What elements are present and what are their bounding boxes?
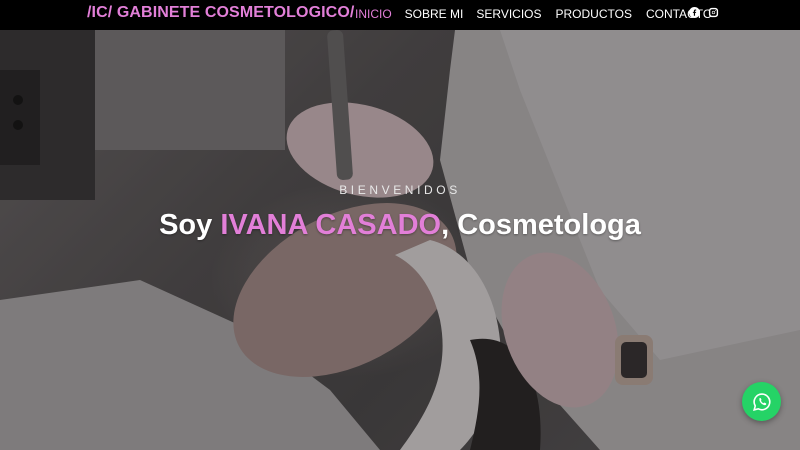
social-links bbox=[689, 7, 719, 18]
instagram-icon[interactable] bbox=[708, 7, 719, 18]
facebook-icon[interactable] bbox=[689, 7, 700, 18]
hero-headline: Soy IVANA CASADO, Cosmetologa bbox=[0, 209, 800, 242]
nav-link-sobre-mi[interactable]: SOBRE MI bbox=[405, 7, 464, 21]
whatsapp-icon bbox=[752, 392, 771, 411]
main-nav: INICIO SOBRE MI SERVICIOS PRODUCTOS CONT… bbox=[355, 7, 712, 21]
nav-link-servicios[interactable]: SERVICIOS bbox=[476, 7, 541, 21]
navbar: /IC/ GABINETE COSMETOLOGICO/ INICIO SOBR… bbox=[0, 0, 800, 30]
hero-kicker: BIENVENIDOS bbox=[339, 183, 461, 197]
headline-prefix: Soy bbox=[159, 209, 221, 241]
headline-name: IVANA CASADO bbox=[220, 209, 442, 241]
nav-link-productos[interactable]: PRODUCTOS bbox=[556, 7, 632, 21]
brand-logo[interactable]: /IC/ GABINETE COSMETOLOGICO/ bbox=[87, 4, 354, 22]
whatsapp-button[interactable] bbox=[742, 382, 781, 421]
nav-link-inicio[interactable]: INICIO bbox=[355, 7, 392, 21]
headline-suffix: , Cosmetologa bbox=[441, 209, 641, 241]
